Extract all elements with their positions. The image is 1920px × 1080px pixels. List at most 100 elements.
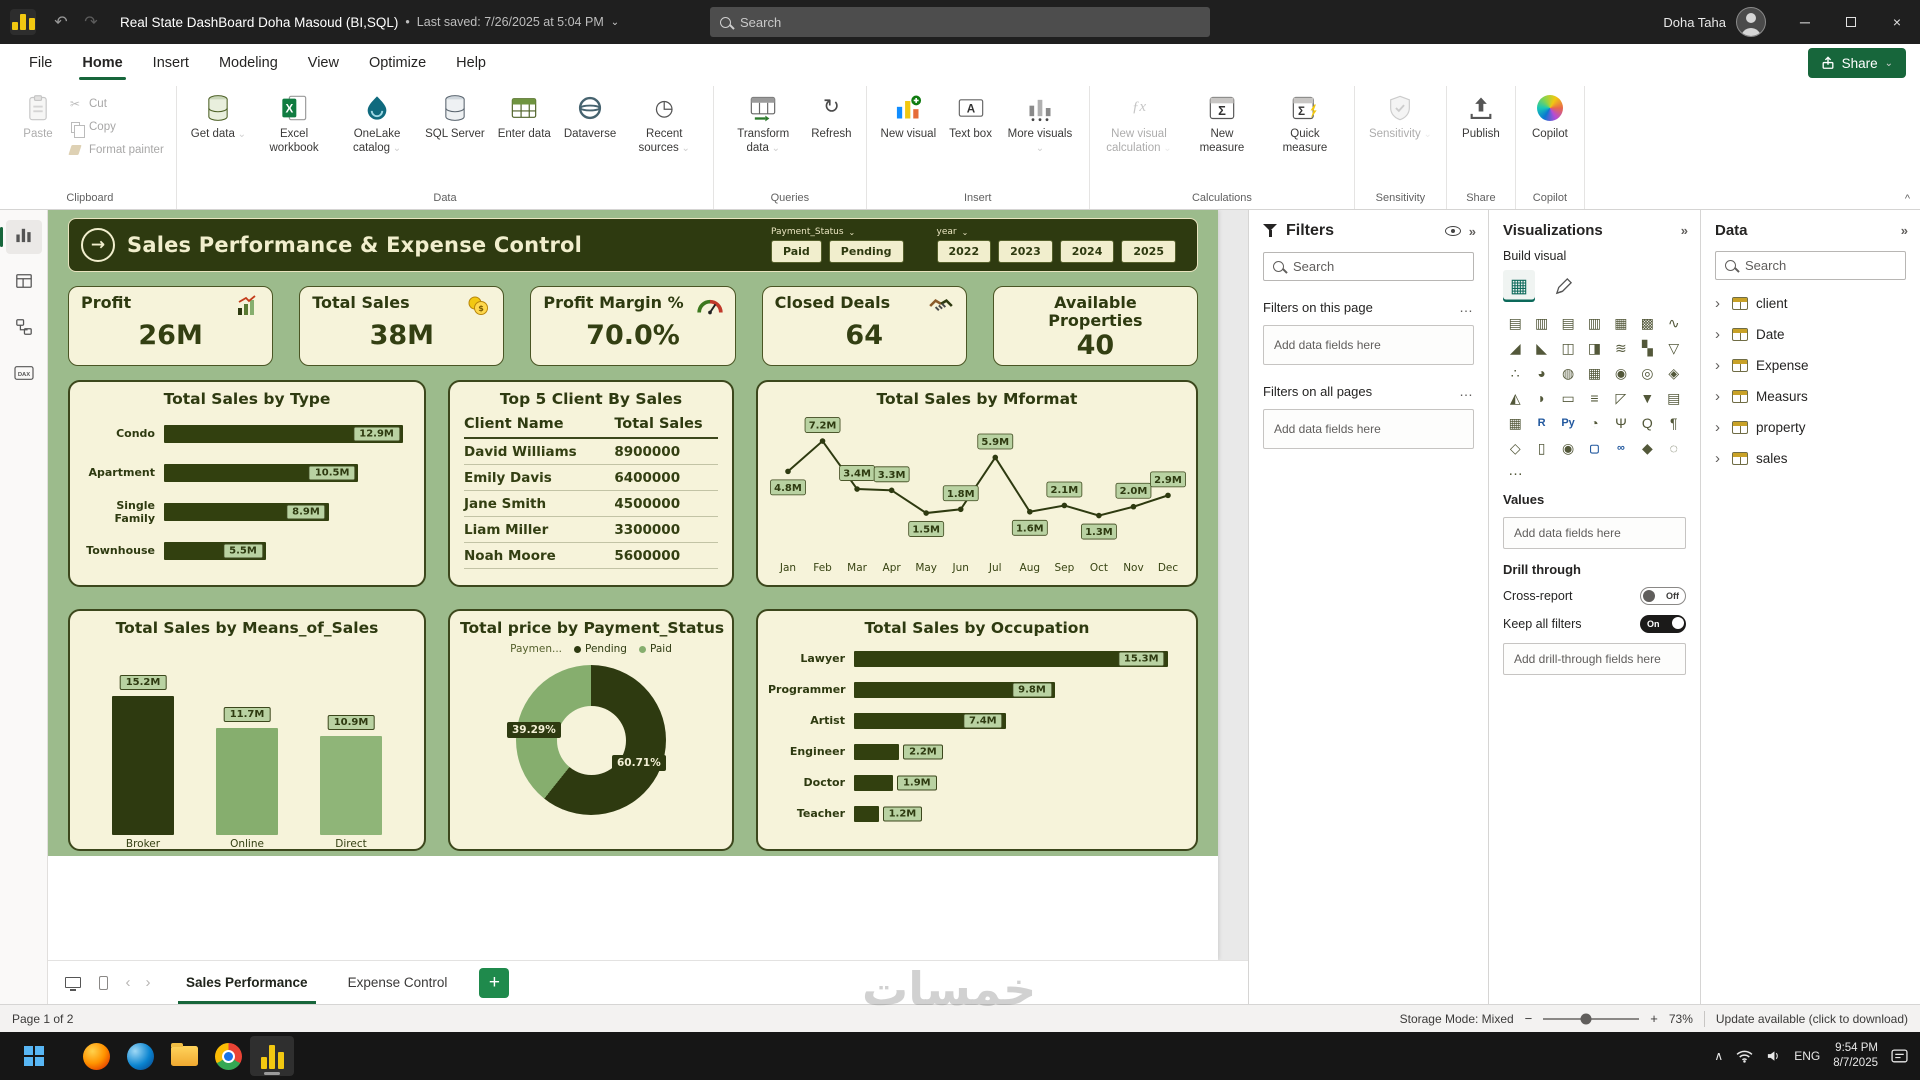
language-indicator[interactable]: ENG bbox=[1794, 1049, 1820, 1063]
expand-chevron-icon[interactable]: › bbox=[1715, 450, 1724, 467]
bar[interactable] bbox=[854, 744, 899, 760]
table-view-button[interactable] bbox=[6, 266, 42, 300]
copy-button[interactable]: Copy bbox=[67, 119, 164, 135]
card-icon[interactable]: ▭ bbox=[1556, 387, 1580, 409]
payment-option-paid[interactable]: Paid bbox=[771, 240, 822, 263]
power-automate-visual-icon[interactable]: ∞ bbox=[1609, 437, 1633, 459]
slicer-icon[interactable]: ▼ bbox=[1635, 387, 1659, 409]
custom-visual-outline-icon[interactable]: ◌ bbox=[1662, 437, 1686, 459]
year-option-2022[interactable]: 2022 bbox=[937, 240, 992, 263]
new-page-button[interactable]: + bbox=[479, 968, 509, 998]
tray-chevron-icon[interactable]: ∧ bbox=[1714, 1049, 1723, 1063]
filters-search-box[interactable] bbox=[1263, 252, 1474, 281]
data-table-expense[interactable]: ›Expense bbox=[1715, 350, 1906, 381]
refresh-button[interactable]: ↻Refresh bbox=[805, 86, 857, 145]
new-visual-calculation-button[interactable]: ƒxNew visual calculation ⌄ bbox=[1098, 86, 1180, 158]
zoom-out-button[interactable]: − bbox=[1525, 1011, 1533, 1026]
smart-narrative-icon[interactable]: ¶ bbox=[1662, 412, 1686, 434]
more-options-icon[interactable]: … bbox=[1459, 383, 1474, 399]
user-avatar[interactable] bbox=[1736, 7, 1766, 37]
menu-home[interactable]: Home bbox=[67, 44, 137, 82]
back-arrow-icon[interactable]: → bbox=[81, 228, 115, 262]
waterfall-chart-icon[interactable]: ▚ bbox=[1635, 337, 1659, 359]
more-visuals-button[interactable]: More visuals ⌄ bbox=[999, 86, 1081, 158]
user-name[interactable]: Doha Taha bbox=[1663, 15, 1726, 30]
recent-sources-button[interactable]: ◷Recent sources ⌄ bbox=[623, 86, 705, 158]
copilot-button[interactable]: Copilot bbox=[1524, 86, 1576, 145]
year-option-2025[interactable]: 2025 bbox=[1121, 240, 1176, 263]
taskbar-edge[interactable] bbox=[118, 1036, 162, 1076]
line-and-stacked-column-chart-icon[interactable]: ◫ bbox=[1556, 337, 1580, 359]
legend-item-paid[interactable]: Paid bbox=[639, 643, 672, 655]
format-painter-button[interactable]: Format painter bbox=[67, 142, 164, 158]
payment-slicer-header[interactable]: Payment_Status ⌄ bbox=[771, 227, 911, 237]
transform-data-button[interactable]: Transform data ⌄ bbox=[722, 86, 804, 158]
kpi-profit-margin[interactable]: Profit Margin %70.0% bbox=[530, 286, 735, 366]
visual-total-sales-by-type[interactable]: Total Sales by Type Condo12.9MApartment1… bbox=[68, 380, 426, 587]
mobile-layout-icon[interactable] bbox=[88, 968, 118, 998]
qa-visual-icon[interactable]: Q bbox=[1635, 412, 1659, 434]
volume-icon[interactable] bbox=[1766, 1050, 1781, 1062]
collapse-ribbon-icon[interactable]: ^ bbox=[1905, 193, 1910, 205]
report-view-button[interactable] bbox=[6, 220, 42, 254]
collapse-visualizations-icon[interactable]: » bbox=[1681, 223, 1686, 238]
menu-view[interactable]: View bbox=[293, 44, 354, 82]
ribbon-chart-icon[interactable]: ≋ bbox=[1609, 337, 1633, 359]
year-option-2023[interactable]: 2023 bbox=[998, 240, 1053, 263]
cut-button[interactable]: ✂Cut bbox=[67, 96, 164, 112]
table-row[interactable]: Noah Moore5600000 bbox=[464, 543, 718, 569]
data-search-box[interactable] bbox=[1715, 251, 1906, 280]
area-chart-icon[interactable]: ◢ bbox=[1503, 337, 1527, 359]
data-table-measurs[interactable]: ›Measurs bbox=[1715, 381, 1906, 412]
shape-map-icon[interactable]: ◈ bbox=[1662, 362, 1686, 384]
start-button[interactable] bbox=[12, 1036, 56, 1076]
undo-button[interactable]: ↶ bbox=[46, 12, 76, 32]
expand-chevron-icon[interactable]: › bbox=[1715, 388, 1724, 405]
year-option-2024[interactable]: 2024 bbox=[1060, 240, 1115, 263]
stacked-area-chart-icon[interactable]: ◣ bbox=[1529, 337, 1553, 359]
metrics-icon[interactable]: ◇ bbox=[1503, 437, 1527, 459]
close-button[interactable]: × bbox=[1874, 0, 1920, 44]
maximize-button[interactable] bbox=[1828, 0, 1874, 44]
column-direct[interactable]: 10.9M bbox=[320, 689, 382, 835]
data-table-date[interactable]: ›Date bbox=[1715, 319, 1906, 350]
update-available-link[interactable]: Update available (click to download) bbox=[1716, 1012, 1908, 1026]
menu-optimize[interactable]: Optimize bbox=[354, 44, 441, 82]
desktop-layout-icon[interactable] bbox=[58, 968, 88, 998]
menu-insert[interactable]: Insert bbox=[138, 44, 204, 82]
sensitivity-button[interactable]: Sensitivity ⌄ bbox=[1363, 86, 1438, 145]
collapse-data-icon[interactable]: » bbox=[1901, 223, 1906, 238]
data-table-sales[interactable]: ›sales bbox=[1715, 443, 1906, 474]
table-icon[interactable]: ▤ bbox=[1662, 387, 1686, 409]
arcgis-map-icon[interactable]: ◉ bbox=[1556, 437, 1580, 459]
funnel-chart-icon[interactable]: ▽ bbox=[1662, 337, 1686, 359]
page-tab-expense-control[interactable]: Expense Control bbox=[328, 961, 468, 1004]
filled-map-icon[interactable]: ◎ bbox=[1635, 362, 1659, 384]
visual-top-5-client-by-sales[interactable]: Top 5 Client By Sales Client NameTotal S… bbox=[448, 380, 734, 587]
visual-total-price-by-payment-status[interactable]: Total price by Payment_Status Paymen...P… bbox=[448, 609, 734, 851]
dax-query-view-button[interactable]: DAX bbox=[6, 358, 42, 392]
donut-ring[interactable] bbox=[516, 665, 666, 815]
next-page-icon[interactable]: › bbox=[138, 974, 158, 991]
matrix-icon[interactable]: ▦ bbox=[1503, 412, 1527, 434]
kpi-total-sales[interactable]: Total Sales$38M bbox=[299, 286, 504, 366]
stacked-bar-chart-icon[interactable]: ▤ bbox=[1503, 312, 1527, 334]
more-options-icon[interactable]: … bbox=[1459, 299, 1474, 315]
global-search-box[interactable] bbox=[710, 7, 1210, 37]
text-box-button[interactable]: AText box bbox=[943, 86, 998, 145]
taskbar-chrome[interactable] bbox=[206, 1036, 250, 1076]
decomposition-tree-icon[interactable]: Ψ bbox=[1609, 412, 1633, 434]
scatter-chart-icon[interactable]: ∴ bbox=[1503, 362, 1527, 384]
publish-button[interactable]: Publish bbox=[1455, 86, 1507, 145]
quick-measure-button[interactable]: ΣQuick measure bbox=[1264, 86, 1346, 158]
map-icon[interactable]: ◉ bbox=[1609, 362, 1633, 384]
paste-button[interactable]: Paste bbox=[12, 86, 64, 145]
kpi-closed-deals[interactable]: Closed Deals64 bbox=[762, 286, 967, 366]
power-apps-visual-icon[interactable]: ▢ bbox=[1582, 437, 1606, 459]
new-measure-button[interactable]: ΣNew measure bbox=[1181, 86, 1263, 158]
visual-total-sales-by-mformat[interactable]: Total Sales by Mformat 4.8MJan7.2MFeb3.4… bbox=[756, 380, 1198, 587]
page-tab-sales-performance[interactable]: Sales Performance bbox=[166, 961, 328, 1004]
get-more-visuals-icon[interactable]: … bbox=[1508, 462, 1686, 479]
drill-through-dropzone[interactable]: Add drill-through fields here bbox=[1503, 643, 1686, 675]
azure-map-icon[interactable]: ◭ bbox=[1503, 387, 1527, 409]
